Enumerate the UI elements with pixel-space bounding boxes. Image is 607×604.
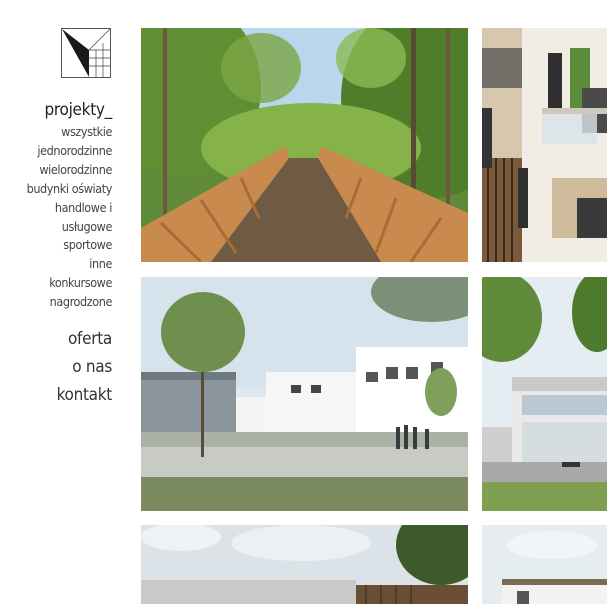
nav-link-about[interactable]: o nas bbox=[27, 353, 112, 381]
project-tile-flat-roof[interactable] bbox=[482, 525, 607, 604]
category-other[interactable]: inne bbox=[27, 255, 112, 274]
project-thumbnail bbox=[141, 525, 468, 604]
studio-logo-icon bbox=[61, 28, 111, 78]
project-tile-school[interactable] bbox=[141, 277, 468, 511]
category-single-family[interactable]: jednorodzinne bbox=[27, 142, 112, 161]
project-thumbnail bbox=[482, 525, 607, 604]
project-thumbnail bbox=[482, 277, 607, 511]
category-all[interactable]: wszystkie bbox=[27, 123, 112, 142]
project-tile-footbridge[interactable] bbox=[141, 28, 468, 262]
category-multi-family[interactable]: wielorodzinne bbox=[27, 161, 112, 180]
project-tile-residential[interactable] bbox=[482, 28, 607, 262]
studio-logo[interactable] bbox=[61, 28, 111, 78]
category-services[interactable]: usługowe bbox=[27, 218, 113, 237]
category-commercial[interactable]: handlowe i bbox=[27, 199, 113, 218]
category-awarded[interactable]: nagrodzone bbox=[27, 293, 113, 312]
category-competition[interactable]: konkursowe bbox=[27, 274, 112, 293]
nav-link-offer[interactable]: oferta bbox=[27, 325, 112, 353]
project-tile-commercial[interactable] bbox=[482, 277, 607, 511]
category-sports[interactable]: sportowe bbox=[27, 236, 112, 255]
nav-link-contact[interactable]: kontakt bbox=[27, 381, 113, 409]
sidebar-nav: projekty_ wszystkie jednorodzinne wielor… bbox=[27, 99, 113, 409]
category-list: wszystkie jednorodzinne wielorodzinne bu… bbox=[27, 123, 113, 312]
nav-section-title[interactable]: projekty_ bbox=[27, 99, 113, 121]
main-links: oferta o nas kontakt bbox=[27, 325, 113, 409]
project-thumbnail bbox=[141, 277, 468, 511]
category-education[interactable]: budynki oświaty bbox=[27, 180, 113, 199]
project-tile-industrial[interactable] bbox=[141, 525, 468, 604]
project-thumbnail bbox=[482, 28, 607, 262]
project-thumbnail bbox=[141, 28, 468, 262]
